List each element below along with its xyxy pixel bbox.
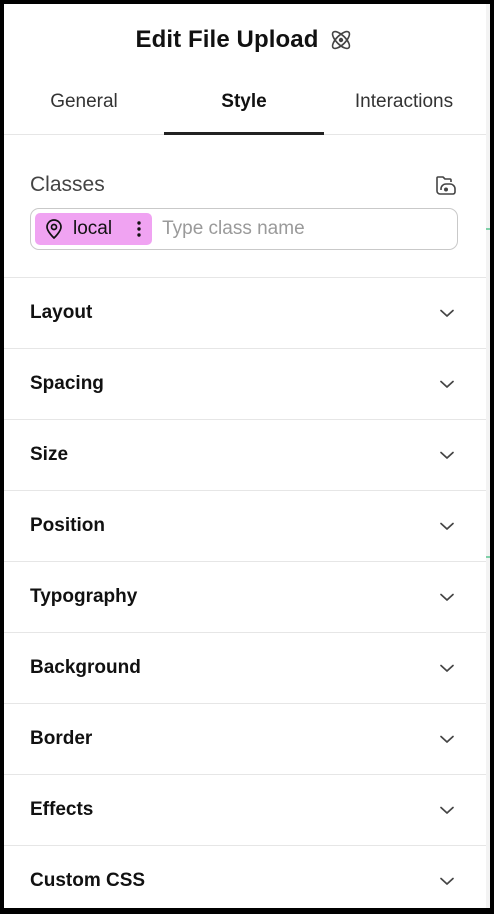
- chip-label: local: [73, 218, 113, 239]
- section-label: Spacing: [30, 373, 104, 394]
- chevron-down-icon: [438, 446, 456, 464]
- chevron-down-icon: [438, 588, 456, 606]
- chevron-down-icon: [438, 375, 456, 393]
- scroll-edge: [486, 4, 490, 908]
- section-layout[interactable]: Layout: [4, 278, 486, 349]
- section-typography[interactable]: Typography: [4, 562, 486, 633]
- edge-marker: [486, 556, 490, 558]
- section-size[interactable]: Size: [4, 420, 486, 491]
- section-effects[interactable]: Effects: [4, 775, 486, 846]
- class-name-input[interactable]: [160, 217, 457, 241]
- panel-header: Edit File Upload: [4, 4, 486, 76]
- section-label: Background: [30, 657, 141, 678]
- edit-panel: Edit File Upload General Style Interacti…: [4, 4, 486, 908]
- chevron-down-icon: [438, 872, 456, 890]
- section-border[interactable]: Border: [4, 704, 486, 775]
- class-manager-icon[interactable]: [434, 173, 458, 197]
- section-background[interactable]: Background: [4, 633, 486, 704]
- location-pin-icon: [43, 218, 65, 240]
- class-chip-local[interactable]: local: [35, 213, 153, 245]
- section-label: Custom CSS: [30, 870, 146, 891]
- classes-label: Classes: [30, 173, 105, 196]
- more-vertical-icon[interactable]: [132, 218, 146, 240]
- chevron-down-icon: [438, 304, 456, 322]
- tab-style[interactable]: Style: [164, 76, 324, 135]
- section-label: Border: [30, 728, 93, 749]
- section-label: Position: [30, 515, 105, 536]
- chevron-down-icon: [438, 517, 456, 535]
- chevron-down-icon: [438, 730, 456, 748]
- edge-marker: [486, 228, 490, 230]
- panel-title: Edit File Upload: [135, 26, 319, 53]
- classes-section: Classes local: [4, 135, 486, 278]
- atom-icon[interactable]: [328, 27, 354, 53]
- tab-interactions[interactable]: Interactions: [324, 76, 484, 134]
- section-custom-css[interactable]: Custom CSS: [4, 846, 486, 908]
- tab-bar: General Style Interactions: [4, 76, 486, 135]
- section-label: Typography: [30, 586, 138, 607]
- section-position[interactable]: Position: [4, 491, 486, 562]
- chevron-down-icon: [438, 801, 456, 819]
- class-selector[interactable]: local: [30, 208, 458, 250]
- section-label: Layout: [30, 302, 93, 323]
- section-label: Size: [30, 444, 69, 465]
- section-spacing[interactable]: Spacing: [4, 349, 486, 420]
- section-label: Effects: [30, 799, 94, 820]
- chevron-down-icon: [438, 659, 456, 677]
- tab-general[interactable]: General: [4, 76, 164, 134]
